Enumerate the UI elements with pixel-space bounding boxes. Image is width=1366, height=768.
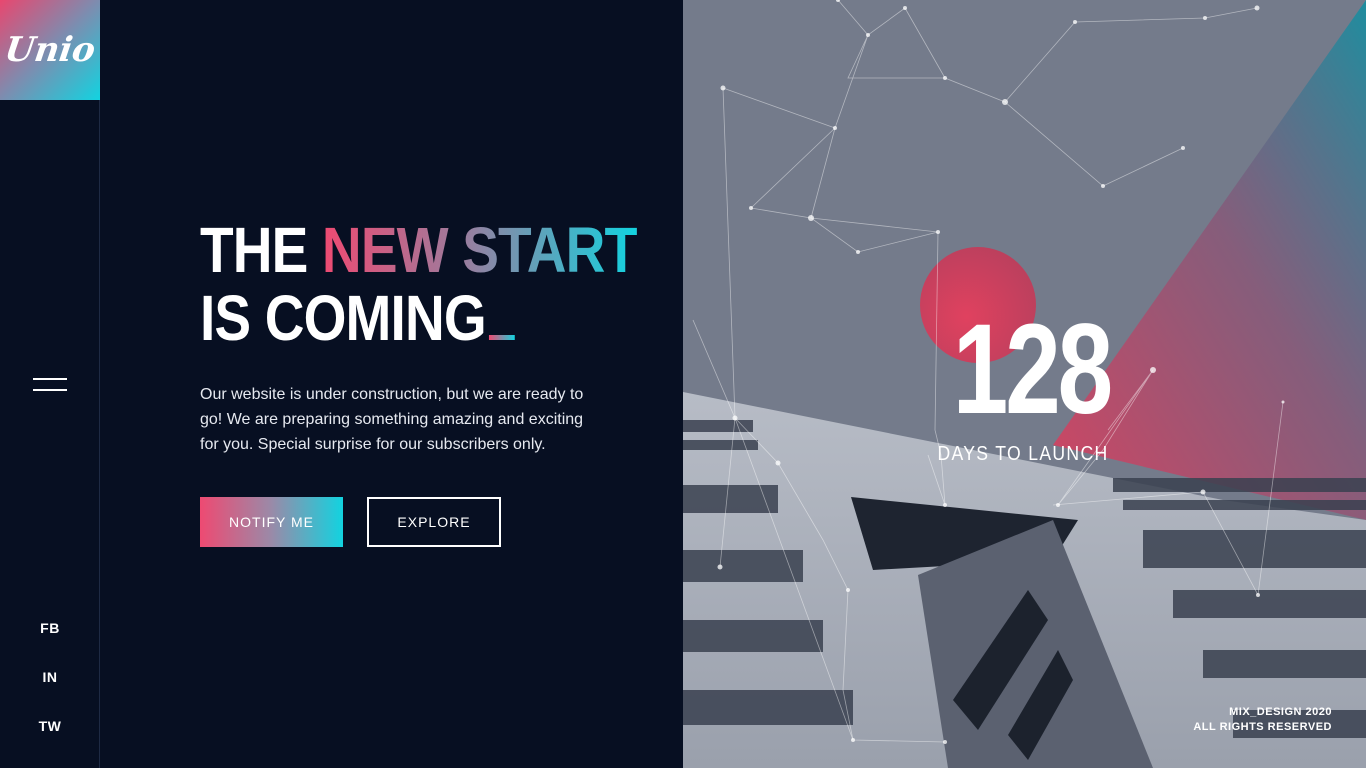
copyright-line-2: ALL RIGHTS RESERVED [1193, 721, 1332, 733]
countdown-value: 128 [952, 298, 1113, 441]
hamburger-menu-icon[interactable] [33, 377, 67, 393]
headline-line-2: IS COMING [200, 282, 487, 354]
sidebar: Unio FB IN TW [0, 0, 100, 768]
social-link-tw[interactable]: TW [0, 718, 100, 734]
explore-button[interactable]: EXPLORE [367, 497, 501, 547]
headline: THE NEW START IS COMING [200, 214, 638, 354]
logo-text: Unio [2, 30, 98, 70]
copyright-line-1: MIX_DESIGN 2020 [1229, 706, 1332, 718]
hero-image: 128 DAYS TO LAUNCH MIX_DESIGN 2020 ALL R… [683, 0, 1366, 768]
notify-me-button[interactable]: NOTIFY ME [200, 497, 343, 547]
description: Our website is under construction, but w… [200, 386, 584, 453]
headline-word: THE [200, 214, 308, 286]
countdown-label: DAYS TO LAUNCH [937, 443, 1109, 465]
copyright: MIX_DESIGN 2020 ALL RIGHTS RESERVED [1193, 705, 1332, 735]
headline-highlight: NEW START [321, 214, 638, 286]
social-link-in[interactable]: IN [0, 669, 100, 685]
social-link-fb[interactable]: FB [0, 620, 100, 636]
typing-cursor [489, 335, 516, 340]
logo[interactable]: Unio [0, 0, 100, 100]
